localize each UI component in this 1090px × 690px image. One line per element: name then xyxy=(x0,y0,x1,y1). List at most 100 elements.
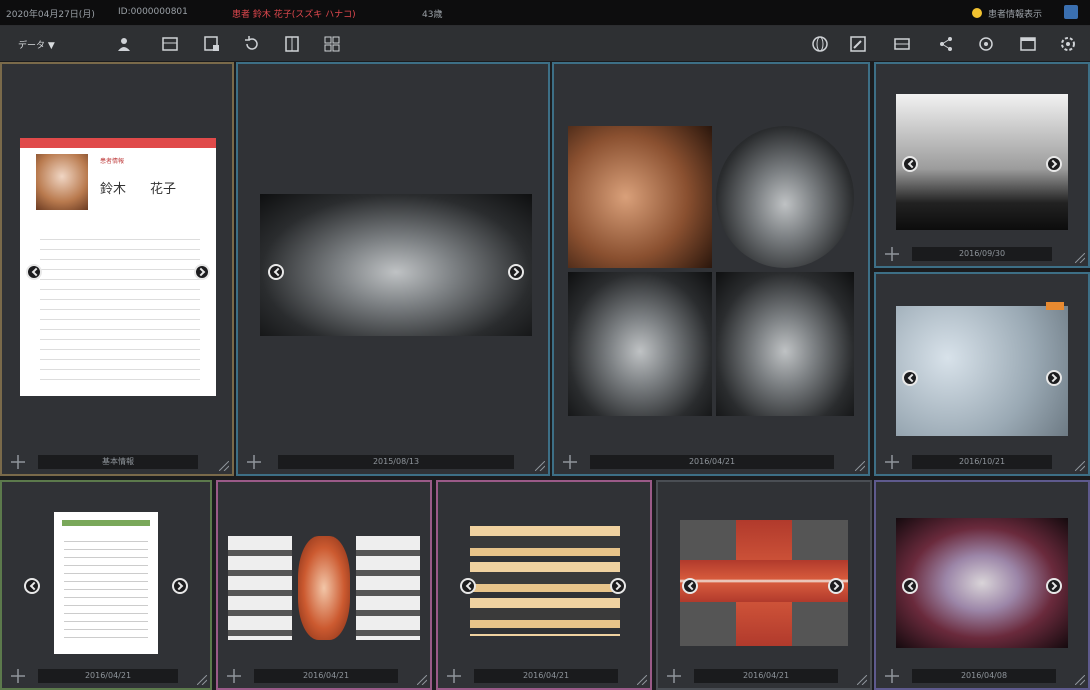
prev-arrow-icon[interactable] xyxy=(682,578,698,594)
resize-handle-icon[interactable] xyxy=(219,461,229,471)
panel-label: 2016/04/08 xyxy=(912,669,1056,683)
ct-sagittal-image xyxy=(568,272,712,416)
panel-label: 2016/04/21 xyxy=(38,669,178,683)
scanner-icon[interactable] xyxy=(890,32,914,56)
globe-icon[interactable] xyxy=(808,32,832,56)
next-arrow-icon[interactable] xyxy=(610,578,626,594)
panel-label: 2016/04/21 xyxy=(590,455,834,469)
patient-card: 患者情報 鈴木 花子 xyxy=(20,138,216,396)
panel-label: 2016/04/21 xyxy=(474,669,618,683)
patient-age: 43歳 xyxy=(422,10,443,20)
status-text: 患者情報表示 xyxy=(988,10,1043,20)
move-handle-icon[interactable] xyxy=(884,246,900,262)
next-arrow-icon[interactable] xyxy=(194,264,210,280)
panel-label: 基本情報 xyxy=(38,455,198,469)
patient-card-panel[interactable]: 患者情報 鈴木 花子 基本情報 xyxy=(0,62,234,476)
move-handle-icon[interactable] xyxy=(10,454,26,470)
prev-arrow-icon[interactable] xyxy=(26,264,42,280)
list-icon[interactable] xyxy=(158,32,182,56)
intraoral-photo-panel[interactable]: 2016/04/21 xyxy=(216,480,432,690)
periapical-xray-panel[interactable]: 2016/09/30 xyxy=(874,62,1090,268)
card-header-text: 患者情報 xyxy=(100,158,125,165)
resize-handle-icon[interactable] xyxy=(857,675,867,685)
periapical-xray-image xyxy=(896,94,1068,230)
given-name: 花子 xyxy=(150,182,177,197)
rotate-icon[interactable] xyxy=(240,32,264,56)
resize-handle-icon[interactable] xyxy=(1075,461,1085,471)
intraoral-right-image xyxy=(356,536,420,640)
move-handle-icon[interactable] xyxy=(884,668,900,684)
grid-icon[interactable] xyxy=(320,32,344,56)
next-arrow-icon[interactable] xyxy=(1046,156,1062,172)
doc-header-bar xyxy=(62,520,150,526)
patient-info-bar: 2020年04月27日(月) ID:0000000801 患者 鈴木 花子(スズ… xyxy=(0,0,1090,26)
next-arrow-icon[interactable] xyxy=(172,578,188,594)
doc-lines xyxy=(64,534,148,644)
prev-arrow-icon[interactable] xyxy=(902,156,918,172)
intraoral-arch-image xyxy=(298,536,350,640)
ortho-photo-panel[interactable]: 2016/04/21 xyxy=(656,480,872,690)
patient-name: 患者 鈴木 花子(スズキ ハナコ) xyxy=(232,10,356,20)
tooth-closeup-panel[interactable]: 2016/04/08 xyxy=(874,480,1090,690)
ct-axial-image xyxy=(716,126,854,268)
resize-handle-icon[interactable] xyxy=(1075,675,1085,685)
edit-icon[interactable] xyxy=(846,32,870,56)
ortho-band-image xyxy=(680,560,848,602)
card-header-bar xyxy=(20,138,216,148)
resize-handle-icon[interactable] xyxy=(535,461,545,471)
prev-arrow-icon[interactable] xyxy=(24,578,40,594)
document-image xyxy=(54,512,158,654)
current-date: 2020年04月27日(月) xyxy=(6,10,95,20)
panel-label: 2016/10/21 xyxy=(912,455,1052,469)
prev-arrow-icon[interactable] xyxy=(268,264,284,280)
prev-arrow-icon[interactable] xyxy=(902,370,918,386)
import-icon[interactable] xyxy=(200,32,224,56)
settings-icon[interactable] xyxy=(1056,32,1080,56)
document-panel[interactable]: 2016/04/21 xyxy=(0,480,212,690)
family-name: 鈴木 xyxy=(100,182,127,197)
resize-handle-icon[interactable] xyxy=(1075,253,1085,263)
panel-label: 2016/09/30 xyxy=(912,247,1052,261)
resize-handle-icon[interactable] xyxy=(855,461,865,471)
resize-handle-icon[interactable] xyxy=(417,675,427,685)
toolbar: データ ▼ xyxy=(0,26,1090,62)
share-icon[interactable] xyxy=(934,32,958,56)
ct-scan-panel[interactable]: 2016/04/21 xyxy=(552,62,870,476)
panel-label: 2015/08/13 xyxy=(278,455,514,469)
intraoral-left-image xyxy=(228,536,292,640)
move-handle-icon[interactable] xyxy=(10,668,26,684)
next-arrow-icon[interactable] xyxy=(1046,370,1062,386)
patient-id: ID:0000000801 xyxy=(118,7,188,17)
ct-coronal-image xyxy=(716,272,854,416)
layout-icon[interactable] xyxy=(280,32,304,56)
app-menu-icon[interactable] xyxy=(1064,5,1078,19)
next-arrow-icon[interactable] xyxy=(828,578,844,594)
microscope-image xyxy=(896,306,1068,436)
flag-badge xyxy=(1046,302,1064,310)
patient-photo xyxy=(36,154,88,210)
move-handle-icon[interactable] xyxy=(562,454,578,470)
panoramic-xray-image xyxy=(260,194,532,336)
patient-details-list xyxy=(40,230,200,380)
move-handle-icon[interactable] xyxy=(246,454,262,470)
move-handle-icon[interactable] xyxy=(226,668,242,684)
ct-3d-render-image xyxy=(568,126,712,268)
tooth-closeup-image xyxy=(896,518,1068,648)
window-icon[interactable] xyxy=(1016,32,1040,56)
person-icon[interactable] xyxy=(112,32,136,56)
move-handle-icon[interactable] xyxy=(884,454,900,470)
move-handle-icon[interactable] xyxy=(666,668,682,684)
next-arrow-icon[interactable] xyxy=(508,264,524,280)
microscope-panel[interactable]: 2016/10/21 xyxy=(874,272,1090,476)
next-arrow-icon[interactable] xyxy=(1046,578,1062,594)
panoramic-xray-panel[interactable]: 2015/08/13 xyxy=(236,62,550,476)
zoom-icon[interactable] xyxy=(974,32,998,56)
data-menu[interactable]: データ ▼ xyxy=(18,38,55,51)
resize-handle-icon[interactable] xyxy=(197,675,207,685)
prev-arrow-icon[interactable] xyxy=(460,578,476,594)
resize-handle-icon[interactable] xyxy=(637,675,647,685)
move-handle-icon[interactable] xyxy=(446,668,462,684)
prev-arrow-icon[interactable] xyxy=(902,578,918,594)
dental-chart-panel[interactable]: 2016/04/21 xyxy=(436,480,652,690)
panel-label: 2016/04/21 xyxy=(254,669,398,683)
